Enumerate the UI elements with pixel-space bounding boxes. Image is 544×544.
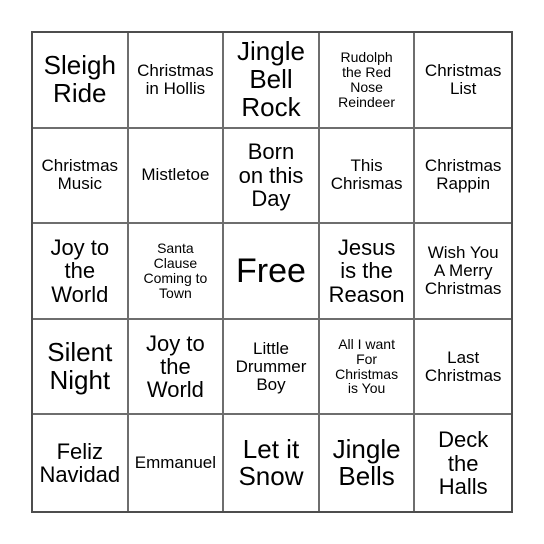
bingo-cell-label: Feliz Navidad xyxy=(39,438,121,488)
bingo-cell[interactable]: Little Drummer Boy xyxy=(224,319,320,416)
bingo-cell[interactable]: Santa Clause Coming to Town xyxy=(128,224,225,320)
bingo-cell-label: Jingle Bells xyxy=(332,433,401,492)
bingo-card: Sleigh Ride Christmas in Hollis Jingle Bel… xyxy=(31,31,513,513)
bingo-cell-label: Santa Clause Coming to Town xyxy=(143,240,208,301)
bingo-cell[interactable]: Last Christmas xyxy=(415,319,511,416)
bingo-cell[interactable]: Jingle Bells xyxy=(319,415,416,511)
bingo-cell-label: This Chrismas xyxy=(330,156,403,194)
bingo-cell-label: Joy to the World xyxy=(146,330,205,403)
bingo-cell[interactable]: Joy to the World xyxy=(128,319,225,416)
bingo-cell-label: Rudolph the Red Nose Reindeer xyxy=(338,49,395,110)
bingo-cell[interactable]: Born on this Day xyxy=(224,128,320,225)
bingo-cell[interactable]: Christmas in Hollis xyxy=(128,33,225,129)
bingo-cell-label: Jingle Bell Rock xyxy=(237,36,305,122)
bingo-cell-label: Mistletoe xyxy=(141,165,210,185)
bingo-cell-label: Born on this Day xyxy=(238,139,304,212)
bingo-cell[interactable]: Christmas Rappin xyxy=(415,128,511,225)
bingo-cell[interactable]: Jesus is the Reason xyxy=(319,224,416,320)
bingo-cell-label: Sleigh Ride xyxy=(43,50,116,108)
bingo-cell[interactable]: Silent Night xyxy=(33,319,129,416)
bingo-cell-label: Free xyxy=(236,251,306,290)
bingo-cell[interactable]: Jingle Bell Rock xyxy=(224,33,320,129)
bingo-cell-free[interactable]: Free xyxy=(224,224,320,320)
bingo-cell[interactable]: Sleigh Ride xyxy=(33,33,129,129)
bingo-cell-label: Little Drummer Boy xyxy=(235,338,307,394)
bingo-cell[interactable]: Deck the Halls xyxy=(415,415,511,511)
bingo-cell[interactable]: Joy to the World xyxy=(33,224,129,320)
bingo-cell[interactable]: Feliz Navidad xyxy=(33,415,129,511)
bingo-cell-label: Emmanuel xyxy=(134,453,217,473)
bingo-cell-label: Christmas Music xyxy=(41,156,119,194)
bingo-cell-label: Jesus is the Reason xyxy=(328,235,405,307)
bingo-cell-label: Let it Snow xyxy=(238,433,304,492)
bingo-cell[interactable]: Mistletoe xyxy=(128,128,225,225)
bingo-cell-label: Silent Night xyxy=(47,337,113,395)
bingo-cell-label: Christmas List xyxy=(424,60,502,98)
bingo-cell-label: Joy to the World xyxy=(50,235,110,307)
bingo-cell[interactable]: Rudolph the Red Nose Reindeer xyxy=(319,33,416,129)
bingo-cell-label: Last Christmas xyxy=(424,347,502,385)
bingo-cell-label: Christmas Rappin xyxy=(424,156,502,194)
bingo-cell[interactable]: Christmas Music xyxy=(33,128,129,225)
bingo-cell[interactable]: Emmanuel xyxy=(128,415,225,511)
bingo-cell[interactable]: Let it Snow xyxy=(224,415,320,511)
bingo-cell[interactable]: Wish You A Merry Christmas xyxy=(415,224,511,320)
bingo-cell-label: Christmas in Hollis xyxy=(137,60,214,98)
bingo-cell-label: Wish You A Merry Christmas xyxy=(424,242,502,298)
bingo-cell-label: Deck the Halls xyxy=(438,427,489,499)
bingo-cell[interactable]: All I want For Christmas is You xyxy=(319,319,416,416)
bingo-cell[interactable]: Christmas List xyxy=(415,33,511,129)
bingo-cell[interactable]: This Chrismas xyxy=(319,128,416,225)
bingo-cell-label: All I want For Christmas is You xyxy=(335,335,399,397)
